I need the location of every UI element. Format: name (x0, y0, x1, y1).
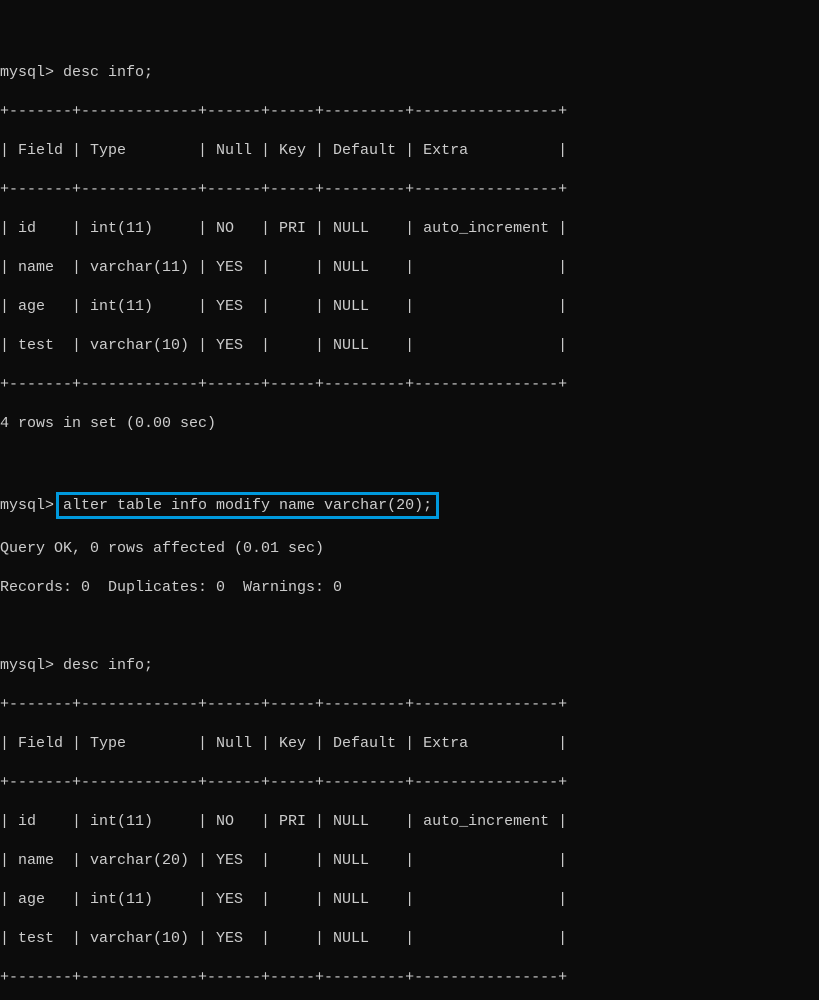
records-line: Records: 0 Duplicates: 0 Warnings: 0 (0, 578, 819, 598)
highlighted-command[interactable]: alter table info modify name varchar(20)… (56, 492, 439, 520)
table1-row-test: | test | varchar(10) | YES | | NULL | | (0, 336, 819, 356)
command-desc-2[interactable]: desc info; (63, 657, 153, 674)
table2-border-top: +-------+-------------+------+-----+----… (0, 695, 819, 715)
table2-border-bot: +-------+-------------+------+-----+----… (0, 968, 819, 988)
table1-border-bot: +-------+-------------+------+-----+----… (0, 375, 819, 395)
table2-row-id: | id | int(11) | NO | PRI | NULL | auto_… (0, 812, 819, 832)
prompt-line-3: mysql> desc info; (0, 656, 819, 676)
mysql-prompt: mysql> (0, 64, 54, 81)
blank-1 (0, 453, 819, 473)
table1-row-age: | age | int(11) | YES | | NULL | | (0, 297, 819, 317)
table2-row-age: | age | int(11) | YES | | NULL | | (0, 890, 819, 910)
command-alter: alter table info modify name varchar(20)… (63, 497, 432, 514)
table1-header: | Field | Type | Null | Key | Default | … (0, 141, 819, 161)
table1-border-top: +-------+-------------+------+-----+----… (0, 102, 819, 122)
blank-2 (0, 617, 819, 637)
table2-header: | Field | Type | Null | Key | Default | … (0, 734, 819, 754)
prompt-line-1: mysql> desc info; (0, 63, 819, 83)
command-desc-1[interactable]: desc info; (63, 64, 153, 81)
table2-border-mid: +-------+-------------+------+-----+----… (0, 773, 819, 793)
table2-row-test: | test | varchar(10) | YES | | NULL | | (0, 929, 819, 949)
query-ok: Query OK, 0 rows affected (0.01 sec) (0, 539, 819, 559)
rows-in-set-1: 4 rows in set (0.00 sec) (0, 414, 819, 434)
mysql-prompt: mysql> (0, 497, 54, 514)
table1-row-id: | id | int(11) | NO | PRI | NULL | auto_… (0, 219, 819, 239)
mysql-prompt: mysql> (0, 657, 54, 674)
table2-row-name: | name | varchar(20) | YES | | NULL | | (0, 851, 819, 871)
prompt-line-2: mysql> alter table info modify name varch… (0, 492, 819, 520)
table1-border-mid: +-------+-------------+------+-----+----… (0, 180, 819, 200)
table1-row-name: | name | varchar(11) | YES | | NULL | | (0, 258, 819, 278)
